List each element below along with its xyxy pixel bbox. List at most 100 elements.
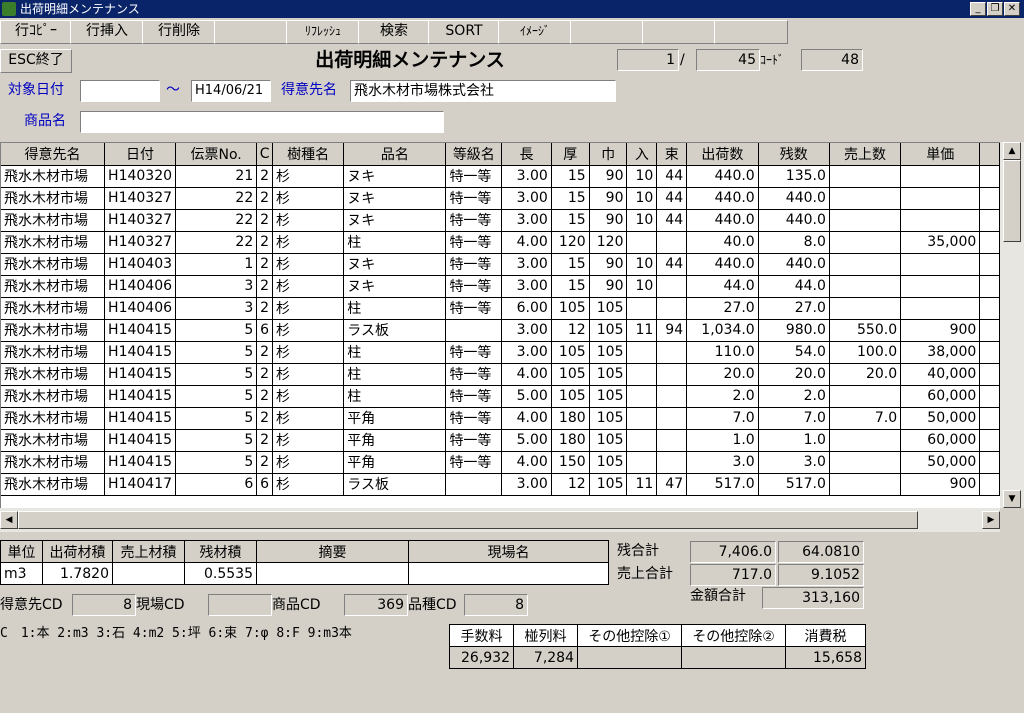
cell-unit-price[interactable]: 50,000 — [900, 407, 981, 430]
fee-value-0[interactable]: 26,932 — [449, 646, 514, 669]
cell-slip-no[interactable]: 6 — [175, 473, 258, 496]
cell-remaining-qty[interactable]: 54.0 — [758, 341, 830, 364]
cell-slip-no[interactable]: 5 — [175, 319, 258, 342]
cell-shipped-qty[interactable]: 440.0 — [686, 209, 759, 232]
cell-bundles[interactable]: 47 — [656, 473, 688, 496]
cell-shipped-qty[interactable]: 3.0 — [686, 451, 759, 474]
cell-bundles[interactable]: 44 — [656, 187, 688, 210]
cell-item[interactable]: ヌキ — [343, 209, 447, 232]
toolbar-blank-3[interactable] — [642, 20, 716, 44]
cell-shipped-qty[interactable]: 440.0 — [686, 165, 759, 188]
scroll-right-button[interactable]: ▶ — [982, 511, 1000, 529]
cell-length[interactable]: 3.00 — [501, 341, 552, 364]
cell-customer[interactable]: 飛水木材市場 — [1, 209, 106, 232]
cell-remaining-qty[interactable]: 3.0 — [758, 451, 830, 474]
cell-item[interactable]: ヌキ — [343, 187, 447, 210]
cell-remaining-qty[interactable]: 27.0 — [758, 297, 830, 320]
summary-value-4[interactable] — [256, 562, 409, 585]
cell-unit-code[interactable]: 6 — [256, 319, 274, 342]
cell-slip-no[interactable]: 22 — [175, 231, 258, 254]
cell-unit-price[interactable]: 900 — [900, 319, 981, 342]
cell-sales-qty[interactable]: 100.0 — [829, 341, 902, 364]
cell-length[interactable]: 3.00 — [501, 473, 552, 496]
cell-sales-qty[interactable] — [829, 275, 902, 298]
table-row[interactable]: 飛水木材市場 H140320 21 2 杉ヌキ 特一等 3.00 15 90 10 44 440.0 1… — [1, 165, 1000, 188]
cell-slip-no[interactable]: 22 — [175, 209, 258, 232]
cell-shipped-qty[interactable]: 2.0 — [686, 385, 759, 408]
cell-customer[interactable]: 飛水木材市場 — [1, 429, 106, 452]
cell-slip-no[interactable]: 5 — [175, 363, 258, 386]
scroll-up-button[interactable]: ▲ — [1003, 142, 1021, 160]
cell-date[interactable]: H140415 — [104, 451, 177, 474]
col-header-slip-no[interactable]: 伝票No. — [175, 143, 258, 166]
table-row[interactable]: 飛水木材市場 H140406 3 2 杉ヌキ 特一等 3.00 15 90 10 44.0 44.0 — [1, 275, 1000, 298]
search-button[interactable]: 検索 — [358, 20, 430, 44]
cell-shipped-qty[interactable]: 7.0 — [686, 407, 759, 430]
restore-button[interactable]: ❐ — [987, 2, 1003, 16]
cell-unit-code[interactable]: 2 — [256, 231, 274, 254]
cell-bundles[interactable] — [656, 297, 688, 320]
cell-length[interactable]: 5.00 — [501, 429, 552, 452]
cell-slip-no[interactable]: 5 — [175, 451, 258, 474]
cell-thickness[interactable]: 105 — [551, 341, 590, 364]
cell-remaining-qty[interactable]: 20.0 — [758, 363, 830, 386]
cell-sales-qty[interactable] — [829, 473, 902, 496]
horizontal-scroll-thumb[interactable] — [18, 511, 918, 529]
customer-input[interactable]: 飛水木材市場株式会社 — [350, 80, 616, 102]
scroll-down-button[interactable]: ▼ — [1003, 490, 1021, 508]
col-header-customer[interactable]: 得意先名 — [1, 143, 106, 166]
cell-grade[interactable] — [445, 473, 503, 496]
cell-customer[interactable]: 飛水木材市場 — [1, 341, 106, 364]
cell-unit-code[interactable]: 2 — [256, 341, 274, 364]
cell-item[interactable]: 柱 — [343, 231, 447, 254]
cell-remaining-qty[interactable]: 980.0 — [758, 319, 830, 342]
cell-unit-price[interactable]: 60,000 — [900, 385, 981, 408]
cell-item[interactable]: ヌキ — [343, 275, 447, 298]
cell-sales-qty[interactable] — [829, 385, 902, 408]
cell-unit-code[interactable]: 2 — [256, 209, 274, 232]
cell-remaining-qty[interactable]: 8.0 — [758, 231, 830, 254]
cell-unit-code[interactable]: 2 — [256, 275, 274, 298]
cell-unit-code[interactable]: 2 — [256, 451, 274, 474]
summary-value-3[interactable]: 0.5535 — [184, 562, 257, 585]
cell-customer[interactable]: 飛水木材市場 — [1, 297, 106, 320]
cell-item[interactable]: ヌキ — [343, 165, 447, 188]
summary-value-2[interactable] — [112, 562, 185, 585]
table-row[interactable]: 飛水木材市場 H140415 5 2 杉平角 特一等 4.00 180 105 7.0 7.0 7.0… — [1, 407, 1000, 430]
cell-sales-qty[interactable]: 20.0 — [829, 363, 902, 386]
cell-grade[interactable] — [445, 319, 503, 342]
cell-slip-no[interactable]: 5 — [175, 407, 258, 430]
cell-width[interactable]: 105 — [589, 473, 628, 496]
cell-species[interactable]: 杉 — [272, 385, 345, 408]
cell-width[interactable]: 90 — [589, 165, 628, 188]
cell-sales-qty[interactable] — [829, 231, 902, 254]
cell-thickness[interactable]: 180 — [551, 407, 590, 430]
cell-species[interactable]: 杉 — [272, 407, 345, 430]
product-input[interactable] — [80, 111, 444, 133]
cell-item[interactable]: 柱 — [343, 385, 447, 408]
cell-remaining-qty[interactable]: 1.0 — [758, 429, 830, 452]
cell-width[interactable]: 90 — [589, 253, 628, 276]
cell-per-bundle[interactable]: 10 — [626, 253, 658, 276]
minimize-button[interactable]: _ — [970, 2, 986, 16]
cell-slip-no[interactable]: 21 — [175, 165, 258, 188]
cell-remaining-qty[interactable]: 440.0 — [758, 209, 830, 232]
cell-shipped-qty[interactable]: 1.0 — [686, 429, 759, 452]
close-button[interactable]: ✕ — [1004, 2, 1020, 16]
cell-date[interactable]: H140327 — [104, 209, 177, 232]
cell-remaining-qty[interactable]: 7.0 — [758, 407, 830, 430]
table-row[interactable]: 飛水木材市場 H140327 22 2 杉ヌキ 特一等 3.00 15 90 10 44 440.0 4… — [1, 209, 1000, 232]
cell-thickness[interactable]: 12 — [551, 473, 590, 496]
cell-per-bundle[interactable] — [626, 341, 658, 364]
col-header-grade[interactable]: 等級名 — [445, 143, 503, 166]
toolbar-blank-4[interactable] — [714, 20, 788, 44]
cell-length[interactable]: 4.00 — [501, 231, 552, 254]
col-header-unit-code[interactable]: C — [256, 143, 274, 166]
cell-grade[interactable]: 特一等 — [445, 429, 503, 452]
cell-shipped-qty[interactable]: 517.0 — [686, 473, 759, 496]
cell-thickness[interactable]: 105 — [551, 385, 590, 408]
cell-customer[interactable]: 飛水木材市場 — [1, 363, 106, 386]
cell-per-bundle[interactable] — [626, 451, 658, 474]
cell-per-bundle[interactable]: 10 — [626, 209, 658, 232]
cell-per-bundle[interactable] — [626, 429, 658, 452]
